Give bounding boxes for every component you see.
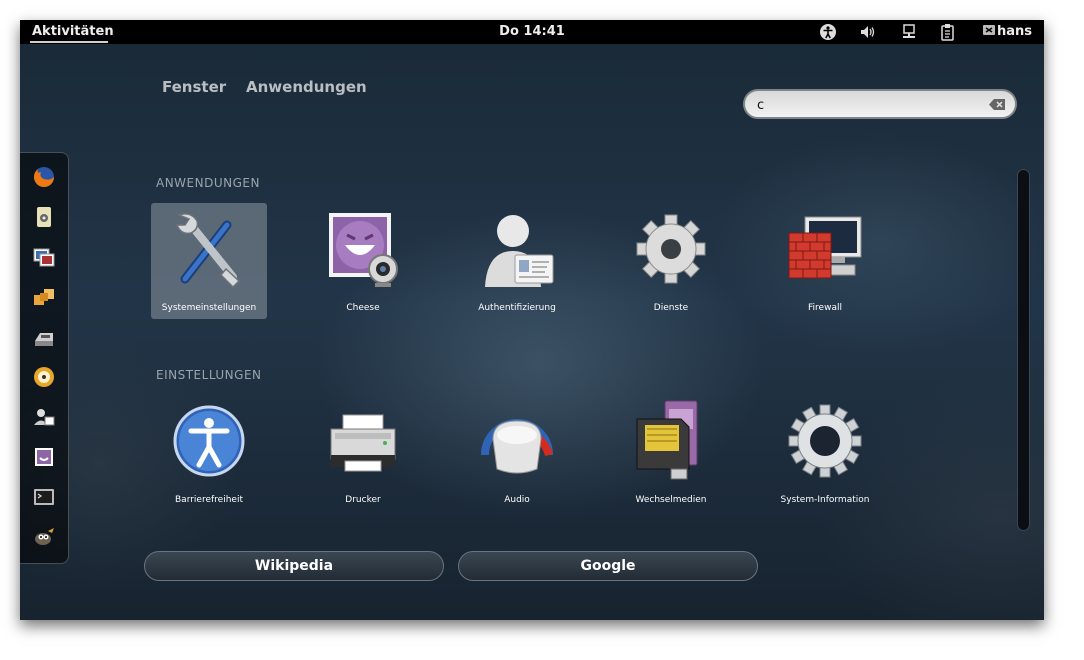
firefox-icon[interactable] bbox=[32, 165, 56, 189]
screen: Aktivitäten Do 14:41 hans Fenster Anwend… bbox=[20, 20, 1044, 620]
printer-scanner-icon[interactable] bbox=[32, 325, 56, 349]
app-barrierefreiheit[interactable]: Barrierefreiheit bbox=[151, 395, 267, 511]
contacts-icon[interactable] bbox=[32, 405, 56, 429]
file-manager-icon[interactable] bbox=[32, 285, 56, 309]
services-gear-icon bbox=[636, 214, 706, 284]
app-system-information[interactable]: System-Information bbox=[767, 395, 883, 511]
photo-booth-icon[interactable] bbox=[32, 445, 56, 469]
printer-icon bbox=[330, 414, 396, 472]
user-status-icon bbox=[983, 25, 995, 35]
removable-media-icon bbox=[636, 400, 698, 480]
media-player-icon[interactable] bbox=[32, 205, 56, 229]
clock[interactable]: Do 14:41 bbox=[20, 24, 1044, 39]
audio-icon bbox=[481, 419, 553, 474]
section-title-settings: EINSTELLUNGEN bbox=[156, 368, 262, 382]
top-bar: Aktivitäten Do 14:41 hans bbox=[20, 20, 1044, 44]
app-label: Systemeinstellungen bbox=[161, 303, 257, 313]
tab-windows[interactable]: Fenster bbox=[162, 78, 226, 96]
app-label: Barrierefreiheit bbox=[175, 495, 243, 505]
app-systemeinstellungen[interactable]: Systemeinstellungen bbox=[151, 203, 267, 319]
section-title-applications: ANWENDUNGEN bbox=[156, 176, 260, 190]
authentication-icon bbox=[485, 215, 554, 287]
app-authentifizierung[interactable]: Authentifizierung bbox=[459, 203, 575, 319]
activities-overview: Fenster Anwendungen c ANWENDUNGEN System… bbox=[20, 44, 1044, 620]
app-audio[interactable]: Audio bbox=[459, 395, 575, 511]
volume-icon[interactable] bbox=[859, 23, 877, 41]
firewall-icon bbox=[788, 216, 862, 279]
search-box[interactable] bbox=[743, 89, 1017, 119]
app-cheese[interactable]: Cheese bbox=[305, 203, 421, 319]
provider-button-google[interactable]: Google bbox=[458, 551, 758, 581]
scrollbar[interactable] bbox=[1017, 169, 1030, 531]
app-firewall[interactable]: Firewall bbox=[767, 203, 883, 319]
cd-burner-icon[interactable] bbox=[32, 365, 56, 389]
provider-button-wikipedia[interactable]: Wikipedia bbox=[144, 551, 444, 581]
clear-search-icon[interactable] bbox=[989, 99, 1005, 110]
app-label: Drucker bbox=[345, 495, 381, 505]
terminal-icon[interactable] bbox=[32, 485, 56, 509]
app-label: Authentifizierung bbox=[478, 303, 556, 313]
system-info-icon bbox=[788, 404, 862, 478]
network-icon[interactable] bbox=[900, 23, 918, 41]
user-menu[interactable]: hans bbox=[997, 24, 1032, 39]
app-label: Cheese bbox=[346, 303, 380, 313]
app-label: System-Information bbox=[780, 495, 870, 505]
accessibility-icon bbox=[173, 405, 245, 477]
search-input[interactable] bbox=[757, 96, 977, 114]
app-label: Firewall bbox=[808, 303, 842, 313]
app-label: Audio bbox=[504, 495, 530, 505]
app-dienste[interactable]: Dienste bbox=[613, 203, 729, 319]
cheese-webcam-icon bbox=[329, 213, 398, 287]
image-viewer-icon[interactable] bbox=[32, 245, 56, 269]
app-label: Dienste bbox=[653, 303, 689, 313]
dash bbox=[20, 152, 69, 564]
app-wechselmedien[interactable]: Wechselmedien bbox=[613, 395, 729, 511]
app-drucker[interactable]: Drucker bbox=[305, 395, 421, 511]
accessibility-icon[interactable] bbox=[819, 23, 837, 41]
activities-underline bbox=[30, 41, 108, 43]
settings-tools-icon bbox=[175, 213, 241, 289]
clipboard-icon[interactable] bbox=[939, 23, 957, 41]
gimp-icon[interactable] bbox=[32, 525, 56, 549]
tab-applications[interactable]: Anwendungen bbox=[246, 78, 367, 96]
app-label: Wechselmedien bbox=[635, 495, 707, 505]
